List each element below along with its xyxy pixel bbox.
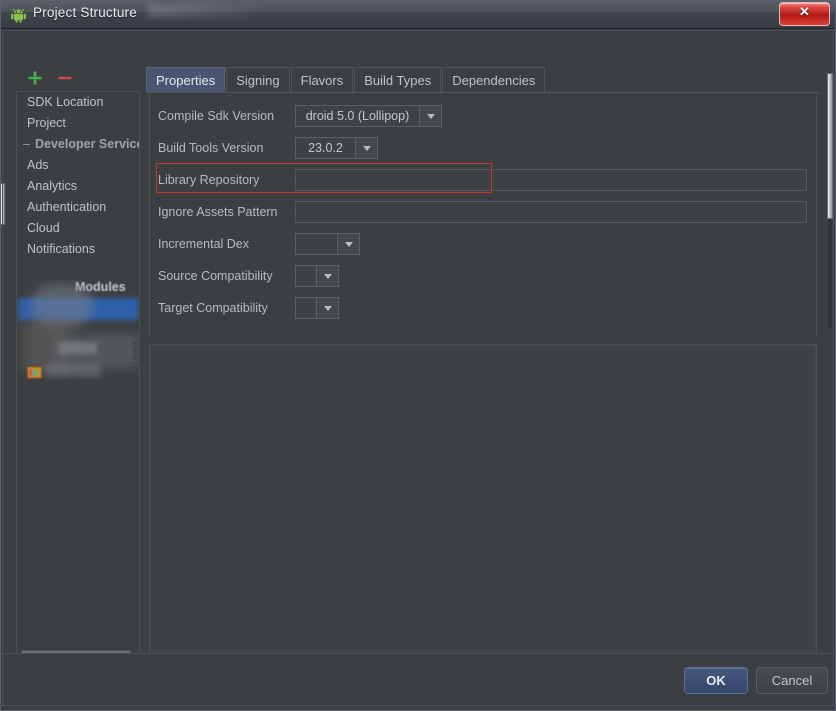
- title-bar: Project Structure ✕: [0, 0, 836, 29]
- android-robot-icon: [10, 6, 27, 23]
- dialog-footer: OK Cancel: [0, 653, 836, 711]
- close-icon: ✕: [799, 4, 810, 19]
- settings-tree[interactable]: SDK Location Project Developer Services …: [16, 91, 140, 667]
- add-module-button[interactable]: [24, 67, 46, 89]
- sidebar-item-label: Notifications: [27, 242, 96, 256]
- field-label: Incremental Dex: [158, 237, 250, 251]
- titlebar-blur-artifact: [148, 4, 258, 18]
- background-scrollbar-track: [827, 219, 833, 329]
- sidebar-item-label: Cloud: [27, 221, 60, 235]
- cancel-button-label: Cancel: [771, 673, 813, 688]
- tab-label: Flavors: [300, 73, 344, 88]
- field-label: Source Compatibility: [158, 269, 273, 283]
- field-label: Ignore Assets Pattern: [158, 205, 278, 219]
- project-structure-dialog: Project Structure ✕ SDK Location Project…: [0, 0, 836, 711]
- target-compatibility-combo[interactable]: [295, 297, 339, 319]
- ok-button-label: OK: [706, 673, 726, 688]
- sidebar-scroll-marker: [133, 340, 137, 368]
- build-tools-version-combo[interactable]: 23.0.2: [295, 137, 378, 159]
- field-label: Target Compatibility: [158, 301, 268, 315]
- chevron-down-icon[interactable]: [338, 234, 359, 254]
- close-button[interactable]: ✕: [779, 2, 830, 26]
- background-vertical-scrollbar[interactable]: [827, 73, 833, 219]
- compile-sdk-version-value: droid 5.0 (Lollipop): [296, 106, 420, 126]
- sidebar-item-authentication[interactable]: Authentication: [17, 197, 139, 218]
- tab-signing[interactable]: Signing: [226, 67, 290, 92]
- ok-button[interactable]: OK: [684, 667, 748, 694]
- row-ignore-assets-pattern: Ignore Assets Pattern: [150, 199, 818, 227]
- background-scrollbar-fragment: [0, 183, 5, 225]
- sidebar-item-analytics[interactable]: Analytics: [17, 176, 139, 197]
- incremental-dex-combo[interactable]: [295, 233, 360, 255]
- ignore-assets-pattern-input[interactable]: [295, 201, 807, 223]
- incremental-dex-value: [296, 234, 338, 254]
- sidebar-item-label: Project: [27, 116, 66, 130]
- source-compatibility-value: [296, 266, 317, 286]
- module-icon: [27, 365, 42, 379]
- tab-label: Properties: [156, 73, 216, 88]
- field-label: Compile Sdk Version: [158, 109, 275, 123]
- row-compile-sdk-version: Compile Sdk Version droid 5.0 (Lollipop): [150, 103, 818, 131]
- build-tools-version-value: 23.0.2: [296, 138, 356, 158]
- properties-form: Compile Sdk Version droid 5.0 (Lollipop)…: [149, 93, 817, 338]
- tab-dependencies[interactable]: Dependencies: [442, 67, 546, 92]
- tab-properties[interactable]: Properties: [146, 67, 226, 93]
- sidebar-modules-section[interactable]: Modules: [17, 280, 139, 396]
- target-compatibility-value: [296, 298, 317, 318]
- row-library-repository: Library Repository: [150, 167, 818, 195]
- field-label: Library Repository: [158, 173, 260, 187]
- sidebar-item-notifications[interactable]: Notifications: [17, 239, 139, 260]
- chevron-down-icon[interactable]: [420, 106, 441, 126]
- dialog-content: SDK Location Project Developer Services …: [0, 29, 836, 667]
- tab-label: Signing: [236, 73, 280, 88]
- cancel-button[interactable]: Cancel: [756, 667, 828, 694]
- sidebar-group-developer-services: Developer Services: [17, 134, 139, 155]
- blur-artifact: [45, 364, 101, 377]
- sidebar-item-sdk-location[interactable]: SDK Location: [17, 92, 139, 113]
- details-panel-inner: [150, 345, 816, 660]
- chevron-down-icon[interactable]: [356, 138, 377, 158]
- sidebar-item-label: Authentication: [27, 200, 107, 214]
- row-target-compatibility: Target Compatibility: [150, 295, 818, 323]
- sidebar-item-cloud[interactable]: Cloud: [17, 218, 139, 239]
- source-compatibility-combo[interactable]: [295, 265, 339, 287]
- sidebar-group-label: Developer Services: [35, 137, 140, 151]
- remove-module-button[interactable]: [54, 67, 76, 89]
- tab-bar: Properties Signing Flavors Build Types D…: [146, 67, 820, 93]
- sidebar-toolbar: [16, 67, 140, 91]
- row-build-tools-version: Build Tools Version 23.0.2: [150, 135, 818, 163]
- sidebar-item-label: Analytics: [27, 179, 78, 193]
- row-source-compatibility: Source Compatibility: [150, 263, 818, 291]
- library-repository-input[interactable]: [295, 169, 807, 191]
- tab-label: Dependencies: [452, 73, 536, 88]
- details-panel: [149, 344, 817, 661]
- sidebar-item-label: Ads: [27, 158, 49, 172]
- tab-build-types[interactable]: Build Types: [354, 67, 442, 92]
- sidebar-item-project[interactable]: Project: [17, 113, 139, 134]
- sidebar-item-label: SDK Location: [27, 95, 104, 109]
- compile-sdk-version-combo[interactable]: droid 5.0 (Lollipop): [295, 105, 442, 127]
- sidebar-item-ads[interactable]: Ads: [17, 155, 139, 176]
- tab-label: Build Types: [364, 73, 432, 88]
- field-label: Build Tools Version: [158, 141, 264, 155]
- chevron-down-icon[interactable]: [317, 266, 338, 286]
- window-title: Project Structure: [33, 5, 137, 20]
- tab-flavors[interactable]: Flavors: [290, 67, 354, 92]
- row-incremental-dex: Incremental Dex: [150, 231, 818, 259]
- titlebar-highlight: [0, 0, 836, 1]
- blur-artifact: [59, 342, 97, 354]
- main-panel: Properties Signing Flavors Build Types D…: [146, 67, 820, 667]
- chevron-down-icon[interactable]: [317, 298, 338, 318]
